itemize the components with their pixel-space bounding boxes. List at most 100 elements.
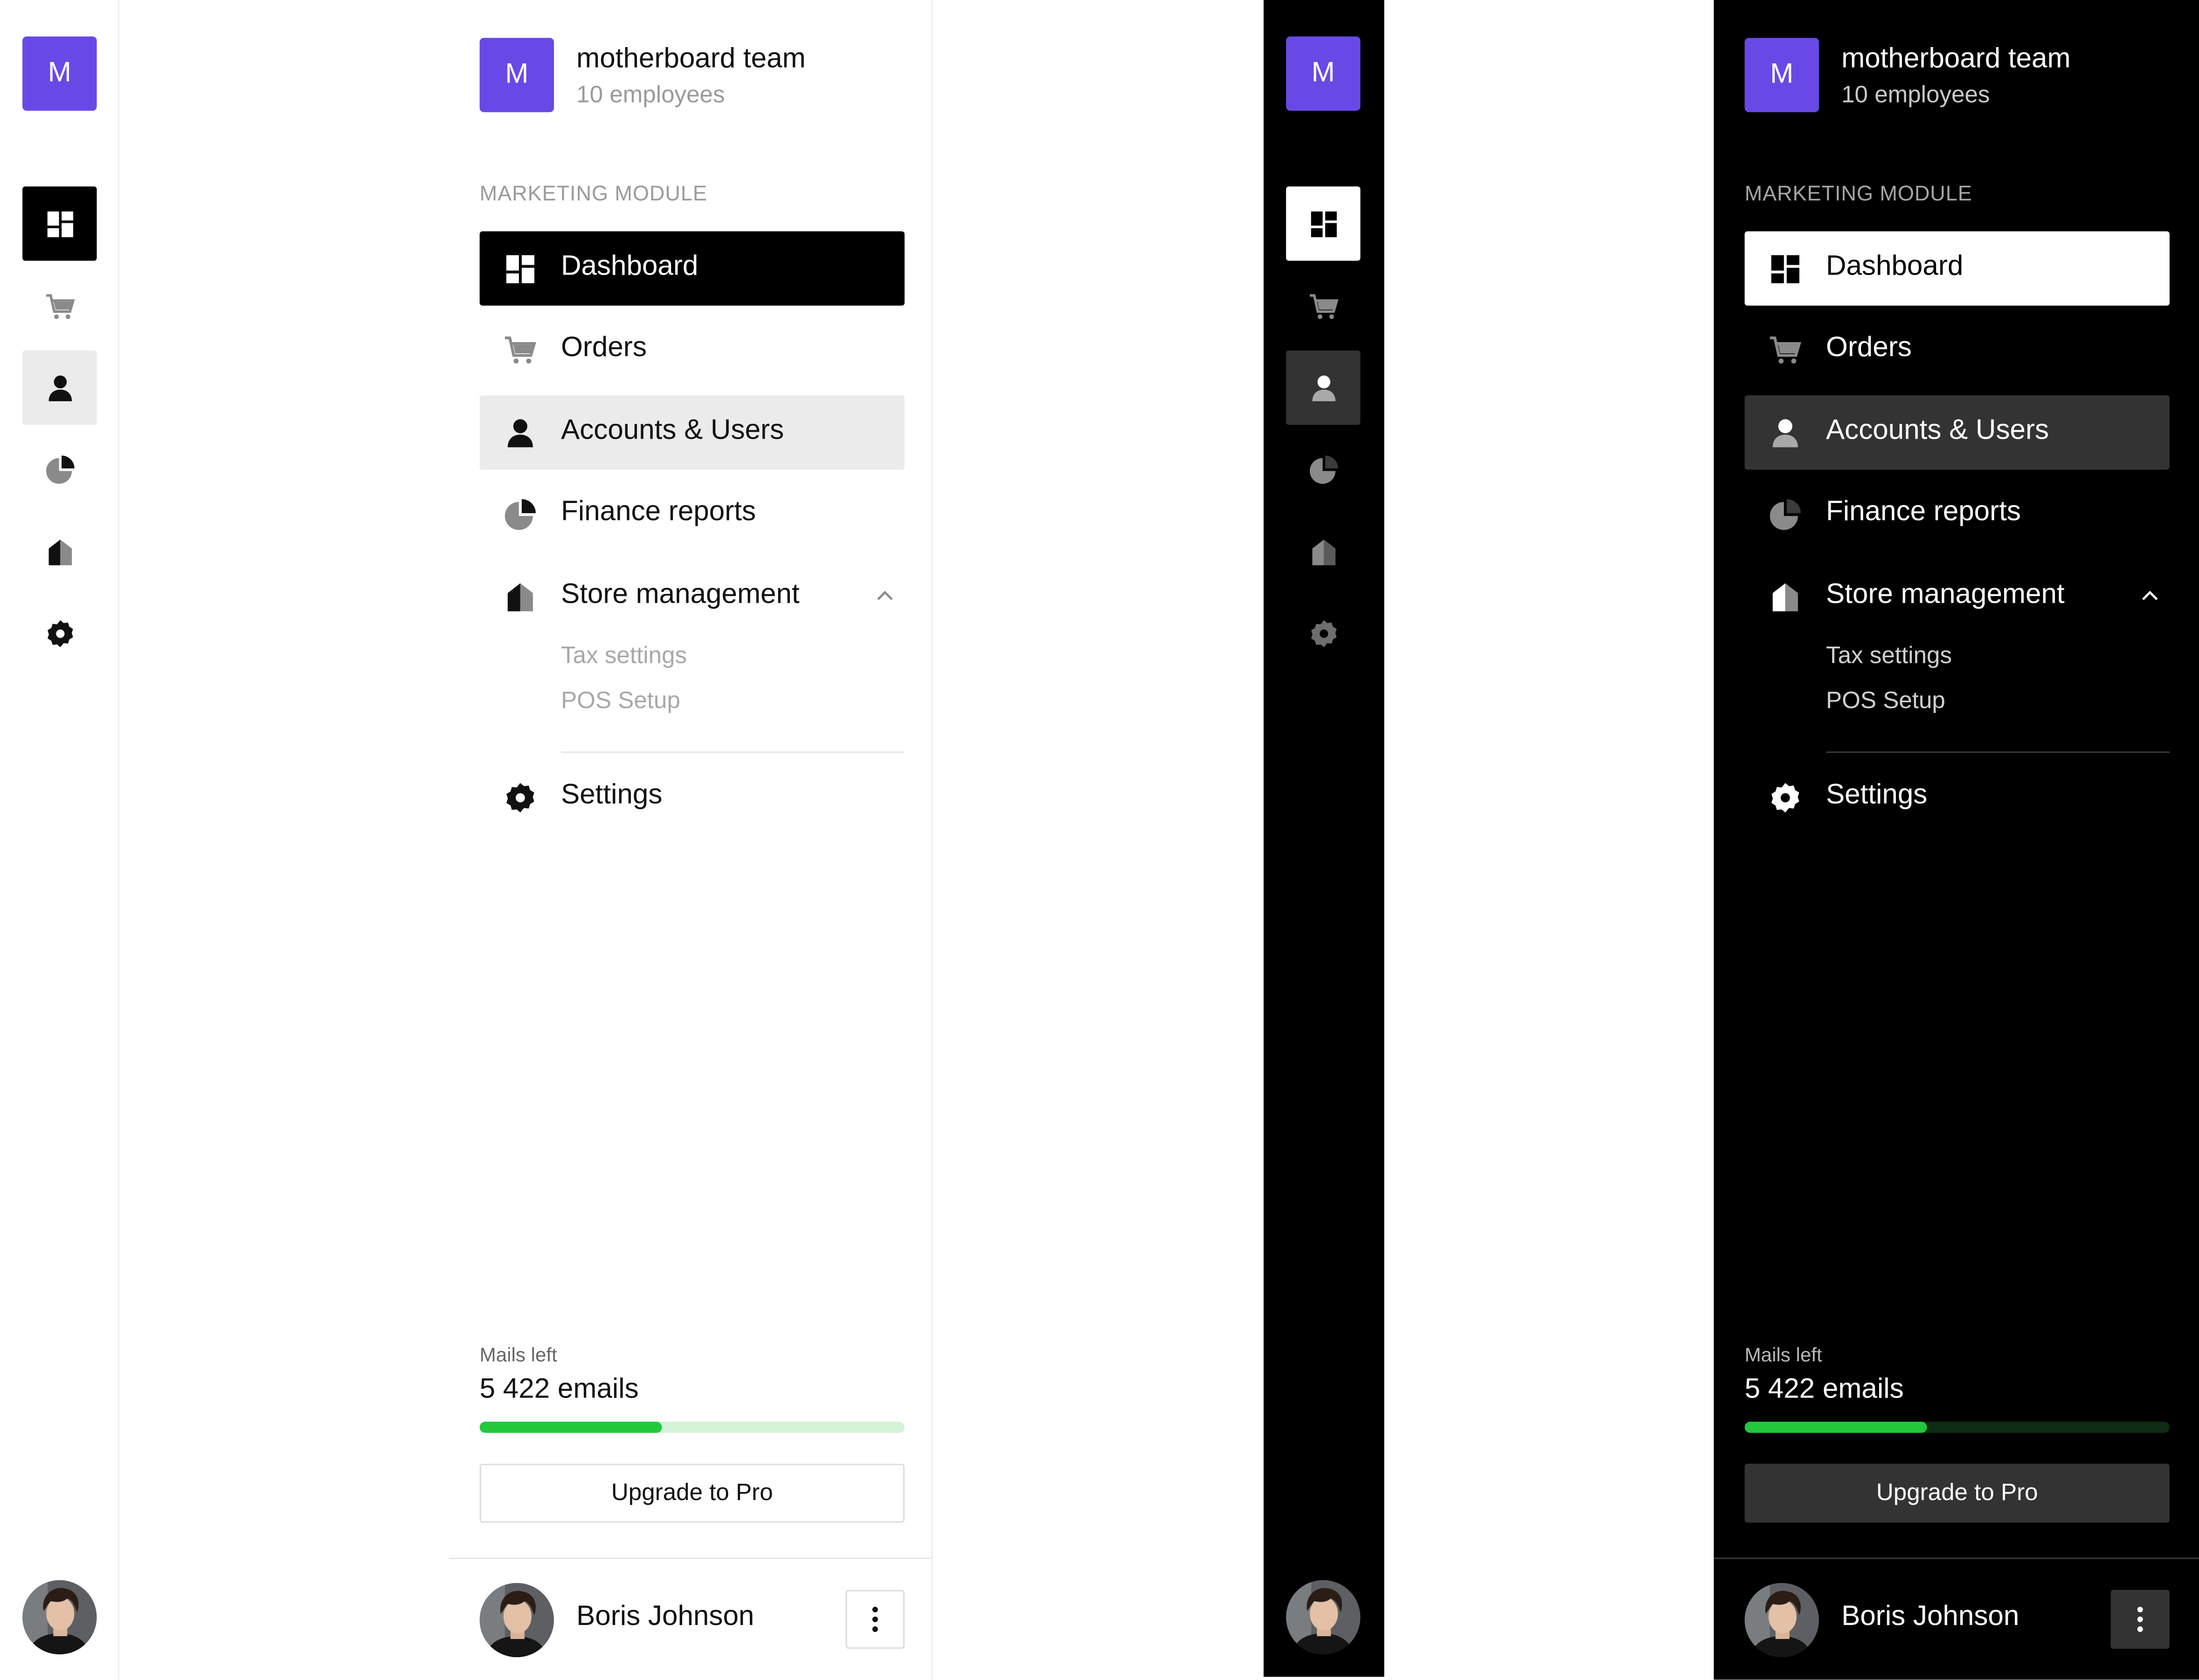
collapsed-sidebar-dark: M [1263, 0, 1384, 1677]
nav-item-settings[interactable]: Settings [480, 760, 905, 834]
team-logo[interactable]: M [1286, 36, 1361, 111]
team-name[interactable]: motherboard team [1841, 43, 2071, 76]
dashboard-icon [504, 252, 537, 286]
sub-item-tax-settings[interactable]: Tax settings [561, 642, 687, 670]
user-avatar[interactable] [1286, 1580, 1361, 1655]
rail-finance-button[interactable] [22, 432, 97, 506]
mails-left-label: Mails left [479, 1343, 557, 1366]
sub-item-pos-setup[interactable]: POS Setup [561, 687, 680, 715]
mails-progress-bar [479, 1421, 905, 1433]
gear-icon [1310, 620, 1336, 647]
team-logo[interactable]: M [1744, 38, 1819, 112]
nav-item-accounts[interactable]: Accounts & Users [1744, 395, 2170, 470]
nav-label: Store management [1826, 579, 2065, 610]
nav-label: Accounts & Users [1826, 415, 2049, 446]
rail-dashboard-button[interactable] [22, 186, 97, 261]
mails-progress-fill [479, 1421, 663, 1433]
nav-item-dashboard[interactable]: Dashboard [1744, 231, 2170, 306]
nav-item-store[interactable]: Store management [1745, 559, 2170, 633]
store-icon [504, 580, 537, 614]
store-icon [48, 538, 71, 565]
pie-chart-icon [504, 498, 537, 531]
gear-icon [504, 781, 537, 814]
rail-finance-button[interactable] [1286, 432, 1360, 506]
user-avatar[interactable] [1744, 1583, 1819, 1658]
sub-item-tax-settings[interactable]: Tax settings [1826, 642, 1952, 670]
dashboard-icon [1310, 211, 1336, 237]
nav-item-orders[interactable]: Orders [1745, 313, 2170, 387]
gear-icon [47, 620, 73, 647]
team-name[interactable]: motherboard team [576, 43, 806, 76]
more-options-button[interactable] [845, 1590, 905, 1649]
chevron-up-icon[interactable] [871, 582, 899, 610]
upgrade-button[interactable]: Upgrade to Pro [479, 1464, 905, 1523]
cart-icon [504, 334, 537, 367]
footer-divider [449, 1557, 932, 1559]
user-icon [1769, 416, 1802, 450]
nav-item-finance[interactable]: Finance reports [1745, 477, 2170, 551]
nav-label: Finance reports [1826, 496, 2021, 527]
nav-label: Accounts & Users [561, 415, 784, 446]
team-logo[interactable]: M [479, 38, 554, 112]
team-subtitle: 10 employees [1841, 81, 1990, 108]
section-label: MARKETING MODULE [479, 182, 707, 207]
rail-settings-button[interactable] [1286, 596, 1360, 670]
mails-progress-bar [1744, 1421, 2170, 1433]
mails-left-value: 5 422 emails [1744, 1374, 1904, 1405]
nav-item-accounts[interactable]: Accounts & Users [479, 395, 905, 470]
pie-chart-icon [1309, 454, 1338, 483]
divider [1826, 751, 2170, 753]
cart-icon [1309, 293, 1338, 318]
nav-label: Finance reports [561, 496, 756, 527]
pie-chart-icon [1769, 498, 1802, 531]
rail-orders-button[interactable] [22, 269, 97, 343]
nav-item-dashboard[interactable]: Dashboard [479, 231, 905, 306]
rail-orders-button[interactable] [1286, 269, 1360, 343]
team-subtitle: 10 employees [576, 81, 725, 108]
nav-label: Settings [561, 779, 663, 811]
team-logo[interactable]: M [22, 36, 97, 111]
expanded-sidebar-dark: M motherboard team 10 employees MARKETIN… [1714, 0, 2199, 1680]
dashboard-icon [1769, 252, 1802, 286]
rail-dashboard-button[interactable] [1286, 186, 1361, 261]
gear-icon [1769, 781, 1802, 814]
footer-divider [1714, 1557, 2199, 1559]
rail-accounts-button[interactable] [22, 350, 97, 425]
more-vertical-icon [872, 1606, 878, 1632]
divider [561, 751, 905, 753]
nav-label: Orders [561, 332, 647, 363]
more-options-button[interactable] [2110, 1590, 2170, 1649]
user-icon [48, 375, 71, 401]
nav-item-orders[interactable]: Orders [480, 313, 905, 387]
mails-left-label: Mails left [1744, 1343, 1822, 1366]
rail-settings-button[interactable] [22, 596, 97, 670]
user-name: Boris Johnson [1841, 1601, 2019, 1632]
store-icon [1311, 538, 1335, 565]
nav-label: Orders [1826, 332, 1912, 363]
collapsed-sidebar-light: M [0, 0, 119, 1680]
user-name: Boris Johnson [576, 1601, 754, 1632]
chevron-up-icon[interactable] [2136, 582, 2164, 610]
user-avatar[interactable] [479, 1583, 554, 1658]
user-icon [504, 416, 537, 450]
cart-icon [45, 293, 75, 318]
expanded-sidebar-light: M motherboard team 10 employees MARKETIN… [449, 0, 933, 1680]
rail-store-button[interactable] [22, 515, 97, 589]
nav-item-store[interactable]: Store management [480, 559, 905, 633]
section-label: MARKETING MODULE [1744, 182, 1972, 207]
sub-item-pos-setup[interactable]: POS Setup [1826, 687, 1945, 715]
rail-accounts-button[interactable] [1286, 350, 1361, 425]
nav-label: Dashboard [561, 251, 698, 282]
user-avatar[interactable] [22, 1580, 97, 1655]
user-icon [1311, 375, 1335, 401]
nav-item-settings[interactable]: Settings [1745, 760, 2170, 834]
pie-chart-icon [45, 454, 74, 483]
mails-left-value: 5 422 emails [479, 1374, 639, 1405]
nav-label: Settings [1826, 779, 1928, 811]
store-icon [1769, 580, 1802, 614]
nav-label: Dashboard [1826, 251, 1964, 282]
cart-icon [1769, 334, 1802, 367]
nav-item-finance[interactable]: Finance reports [480, 477, 905, 551]
upgrade-button[interactable]: Upgrade to Pro [1744, 1464, 2170, 1523]
rail-store-button[interactable] [1286, 515, 1360, 589]
